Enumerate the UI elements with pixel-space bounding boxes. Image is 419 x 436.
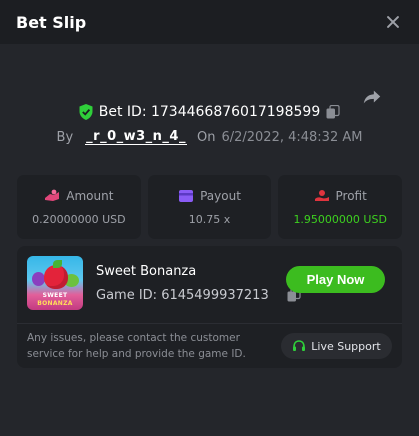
username-link[interactable]: _r_0_w3_n_4_ xyxy=(85,129,187,145)
play-now-button[interactable]: Play Now xyxy=(286,266,385,293)
stat-profit: Profit 1.95000000 USD xyxy=(278,175,403,239)
stats-row: Amount 0.20000000 USD Payout 10.75 x Pro… xyxy=(17,175,403,239)
support-note: Any issues, please contact the customer … xyxy=(27,332,246,360)
thumbnail-text-2: BONANZA xyxy=(37,300,73,307)
bet-id: Bet ID: 1734466876017198599 xyxy=(98,104,321,120)
stat-label: Payout xyxy=(200,188,241,203)
thumbnail-text-1: SWEET xyxy=(42,292,68,299)
bet-id-row: Bet ID: 1734466876017198599 xyxy=(17,104,402,120)
amount-icon xyxy=(45,189,60,201)
modal-title: Bet Slip xyxy=(16,12,87,32)
game-card: SWEET BONANZA Sweet Bonanza Game ID: 614… xyxy=(17,246,402,368)
live-support-label: Live Support xyxy=(311,339,381,353)
game-id: Game ID: 6145499937213 xyxy=(96,287,269,303)
modal-header: Bet Slip xyxy=(0,0,419,44)
headset-icon xyxy=(293,340,306,351)
bet-date: 6/2/2022, 4:48:32 AM xyxy=(221,129,363,145)
stat-label: Profit xyxy=(335,188,367,203)
profit-icon xyxy=(314,189,329,201)
game-thumbnail[interactable]: SWEET BONANZA xyxy=(27,256,83,310)
stat-payout: Payout 10.75 x xyxy=(147,175,272,239)
stat-value: 1.95000000 USD xyxy=(293,212,387,226)
shield-check-icon xyxy=(79,104,93,120)
stat-value: 10.75 x xyxy=(188,212,231,226)
on-label: On xyxy=(196,129,216,145)
payout-icon xyxy=(179,189,194,202)
divider xyxy=(17,323,402,324)
share-icon[interactable] xyxy=(361,86,383,108)
bet-meta-row: By _r_0_w3_n_4_ On 6/2/2022, 4:48:32 AM xyxy=(17,129,402,145)
stat-amount: Amount 0.20000000 USD xyxy=(17,175,141,239)
live-support-button[interactable]: Live Support xyxy=(281,333,392,359)
stat-value: 0.20000000 USD xyxy=(32,212,126,226)
bet-slip-modal: Bet Slip Bet ID: 1734466876017198599 By … xyxy=(0,0,419,436)
copy-icon[interactable] xyxy=(326,105,340,119)
close-icon[interactable] xyxy=(385,14,401,30)
by-label: By xyxy=(56,129,74,145)
stat-label: Amount xyxy=(66,188,114,203)
